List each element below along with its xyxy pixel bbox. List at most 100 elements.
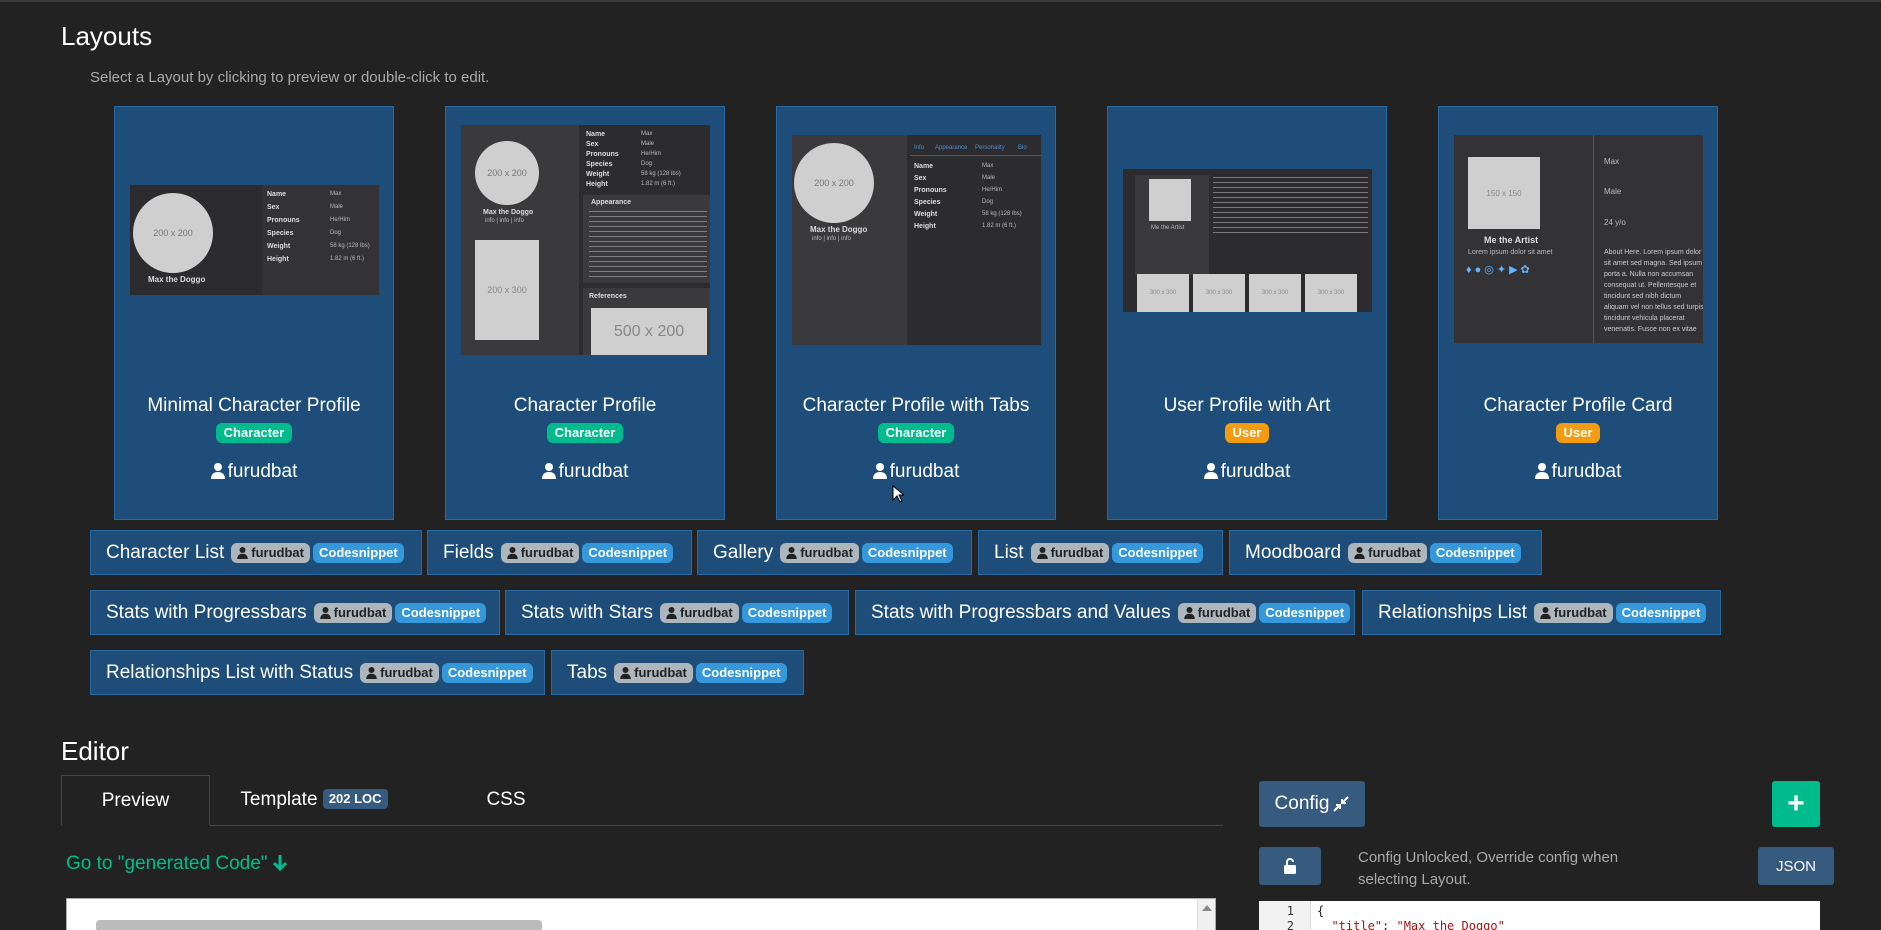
layout-card-author: furudbat	[1439, 461, 1717, 483]
author-badge: furudbat	[660, 602, 739, 623]
user-icon	[786, 546, 797, 559]
user-icon	[541, 463, 556, 479]
codesnippet-badge: Codesnippet	[1112, 542, 1204, 563]
layout-thumbnail: 200 x 200 Max the Doggo info | info | in…	[461, 125, 710, 355]
snippet-fields[interactable]: Fields furudbat Codesnippet	[427, 530, 692, 575]
layout-thumbnail: 150 x 150 Me the Artist Lorem ipsum dolo…	[1454, 135, 1703, 343]
codesnippet-badge: Codesnippet	[441, 662, 533, 683]
layout-card-author: furudbat	[446, 461, 724, 483]
line-gutter: 12	[1259, 901, 1311, 930]
user-icon	[1183, 606, 1195, 619]
user-icon	[506, 546, 518, 559]
compress-icon	[1333, 796, 1350, 812]
category-badge: Character	[877, 423, 955, 443]
codesnippet-badge: Codesnippet	[313, 542, 404, 563]
user-icon	[237, 546, 249, 559]
layout-card-title: Character Profile Card User	[1449, 392, 1707, 448]
codesnippet-badge: Codesnippet	[395, 602, 487, 623]
author-badge: furudbat	[313, 602, 393, 623]
user-icon	[319, 606, 331, 619]
user-icon	[1036, 546, 1048, 559]
user-icon	[872, 463, 887, 479]
layout-card-author: furudbat	[115, 461, 393, 483]
author-badge: furudbat	[1177, 602, 1257, 623]
json-button[interactable]: JSON	[1758, 847, 1834, 885]
layout-card-title: User Profile with Art User	[1118, 392, 1376, 448]
category-badge: Character	[215, 423, 293, 443]
codesnippet-badge: Codesnippet	[1615, 602, 1707, 623]
unlock-button[interactable]	[1259, 847, 1321, 885]
user-icon	[1354, 546, 1365, 559]
goto-generated-code-link[interactable]: Go to "generated Code"	[66, 853, 287, 875]
author-badge: furudbat	[614, 662, 693, 683]
snippet-relationships-list-status[interactable]: Relationships List with Status furudbat Co…	[90, 650, 545, 695]
config-status-text: Config Unlocked, Override config when se…	[1358, 849, 1619, 888]
user-icon	[1540, 606, 1551, 619]
loc-badge: 202 LOC	[322, 789, 388, 809]
top-divider	[0, 0, 1881, 2]
unlock-icon	[1284, 858, 1296, 874]
add-button[interactable]: +	[1772, 781, 1820, 827]
codesnippet-badge: Codesnippet	[861, 542, 953, 563]
snippet-relationships-list[interactable]: Relationships List furudbat Codesnippet	[1362, 590, 1721, 635]
tab-template[interactable]: Template 202 LOC	[224, 775, 404, 826]
layout-card-character-profile[interactable]: 200 x 200 Max the Doggo info | info | in…	[445, 106, 725, 520]
tab-preview[interactable]: Preview	[61, 775, 210, 826]
snippet-stats-progressbars-values[interactable]: Stats with Progressbars and Values furudb…	[855, 590, 1355, 635]
layout-card-character-profile-card[interactable]: 150 x 150 Me the Artist Lorem ipsum dolo…	[1438, 106, 1718, 520]
codesnippet-badge: Codesnippet	[1259, 602, 1351, 623]
layouts-heading: Layouts	[61, 21, 153, 51]
layout-thumbnail: 200 x 200 Max the Doggo Name Max Sex Male …	[130, 185, 379, 295]
category-badge: User	[1224, 423, 1270, 443]
user-icon	[666, 606, 677, 619]
user-icon	[366, 666, 377, 679]
snippet-character-list[interactable]: Character List furudbat Codesnippet	[90, 530, 422, 575]
layout-card-character-profile-tabs[interactable]: 200 x 200 Max the Doggo info | info | in…	[776, 106, 1056, 520]
snippet-stats-stars[interactable]: Stats with Stars furudbat Codesnippet	[505, 590, 849, 635]
layout-card-title: Character Profile Character	[456, 392, 714, 448]
codesnippet-badge: Codesnippet	[1429, 542, 1521, 563]
editor-tabs: Preview Template 202 LOC CSS	[61, 775, 1223, 826]
layout-card-title: Minimal Character Profile Character	[125, 392, 383, 448]
preview-scrollbar[interactable]	[1197, 899, 1215, 930]
snippet-list[interactable]: List furudbat Codesnippet	[978, 530, 1223, 575]
editor-heading: Editor	[61, 736, 129, 766]
author-badge: furudbat	[1533, 602, 1613, 623]
code-content: { "title": "Max the Doggo"	[1317, 904, 1505, 930]
config-code-editor[interactable]: 12 { "title": "Max the Doggo"	[1259, 901, 1820, 930]
mouse-cursor-icon	[892, 485, 904, 503]
layout-thumbnail: Me the Artist 300 x 300 300 x 300 300 x …	[1123, 169, 1372, 312]
codesnippet-badge: Codesnippet	[695, 662, 787, 683]
snippet-tabs[interactable]: Tabs furudbat Codesnippet	[551, 650, 804, 695]
snippet-moodboard[interactable]: Moodboard furudbat Codesnippet	[1229, 530, 1542, 575]
snippet-gallery[interactable]: Gallery furudbat Codesnippet	[697, 530, 972, 575]
author-badge: furudbat	[360, 662, 439, 683]
snippet-stats-progressbars[interactable]: Stats with Progressbars furudbat Codesnipp…	[90, 590, 500, 635]
author-badge: furudbat	[500, 542, 580, 563]
user-icon	[210, 463, 225, 479]
codesnippet-badge: Codesnippet	[582, 542, 674, 563]
layout-card-title: Character Profile with Tabs Character	[787, 392, 1045, 448]
preview-frame[interactable]	[66, 898, 1216, 930]
arrow-down-icon	[272, 855, 287, 872]
scroll-up-icon	[1202, 905, 1212, 911]
author-badge: furudbat	[231, 542, 310, 563]
author-badge: furudbat	[1348, 542, 1427, 563]
author-badge: furudbat	[1030, 542, 1110, 563]
layout-card-user-profile-art[interactable]: Me the Artist 300 x 300 300 x 300 300 x …	[1107, 106, 1387, 520]
layout-card-minimal-character-profile[interactable]: 200 x 200 Max the Doggo Name Max Sex Male …	[114, 106, 394, 520]
config-button[interactable]: Config	[1259, 781, 1365, 827]
user-icon	[620, 666, 631, 679]
avatar-placeholder: 200 x 200	[133, 193, 213, 273]
tab-css[interactable]: CSS	[461, 775, 551, 826]
user-icon	[1534, 463, 1549, 479]
user-icon	[1203, 463, 1218, 479]
category-badge: User	[1555, 423, 1601, 443]
codesnippet-badge: Codesnippet	[741, 602, 833, 623]
category-badge: Character	[546, 423, 624, 443]
layout-card-author: furudbat	[1108, 461, 1386, 483]
layout-thumbnail: 200 x 200 Max the Doggo info | info | in…	[792, 135, 1041, 345]
layout-card-author: furudbat	[777, 461, 1055, 483]
preview-content-placeholder	[96, 920, 542, 930]
layouts-subtitle: Select a Layout by clicking to preview o…	[90, 69, 490, 86]
